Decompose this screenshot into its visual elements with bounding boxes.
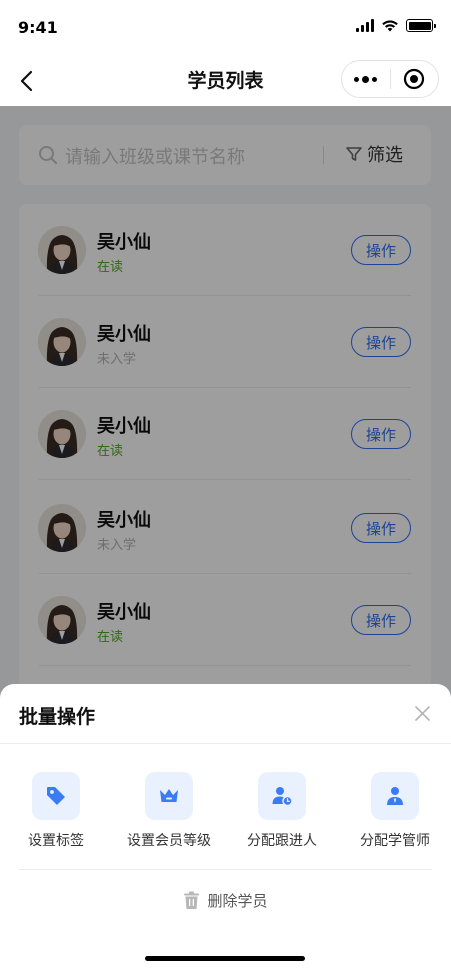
action-label: 设置标签: [28, 833, 84, 849]
more-menu-icon[interactable]: [342, 61, 390, 97]
action-label: 分配学管师: [360, 833, 430, 849]
action-set-tag[interactable]: 设置标签: [1, 772, 111, 850]
wifi-icon: [382, 20, 398, 32]
action-assign-advisor[interactable]: 分配学管师: [340, 772, 450, 850]
action-assign-follower[interactable]: 分配跟进人: [227, 772, 337, 850]
status-icons: [356, 19, 436, 32]
delete-student-button[interactable]: 删除学员: [0, 890, 451, 911]
cellular-signal-icon: [356, 19, 374, 32]
trash-icon: [184, 891, 200, 909]
nav-bar: 学员列表: [0, 56, 451, 106]
close-icon[interactable]: [414, 705, 431, 722]
action-label: 设置会员等级: [127, 833, 211, 849]
batch-action-sheet: 批量操作 设置标签 设置会员等级 分配跟进人 分配学管师 删除学员: [0, 684, 451, 974]
user-tie-icon: [371, 772, 419, 820]
action-set-member-level[interactable]: 设置会员等级: [114, 772, 224, 850]
close-miniprogram-icon[interactable]: [390, 61, 438, 97]
delete-label: 删除学员: [207, 892, 268, 910]
miniprogram-capsule: [341, 60, 439, 98]
status-bar: 9:41: [0, 0, 451, 56]
crown-icon: [145, 772, 193, 820]
battery-icon: [406, 19, 436, 32]
action-label: 分配跟进人: [247, 833, 317, 849]
sheet-title: 批量操作: [19, 706, 96, 728]
user-clock-icon: [258, 772, 306, 820]
status-time: 9:41: [18, 18, 58, 37]
tag-icon: [32, 772, 80, 820]
home-indicator: [145, 956, 305, 961]
